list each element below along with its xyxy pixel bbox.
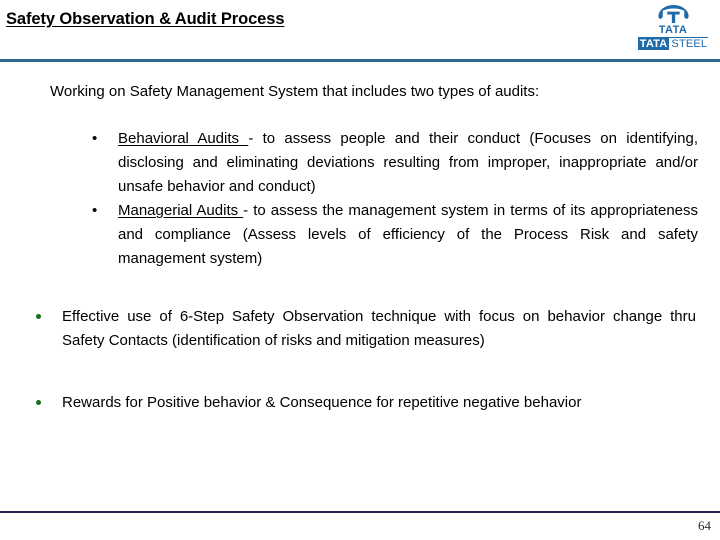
logo-wordmark-steel: STEEL [671,38,708,50]
tata-logo-mark [657,4,689,24]
lead-paragraph: Working on Safety Management System that… [50,83,540,100]
logo-wordmark-tata: TATA [637,38,670,50]
list-item: • Behavioral Audits - to assess people a… [88,127,698,199]
slide-body: Working on Safety Management System that… [0,80,720,415]
list-item-term: Behavioral Audits [118,130,249,147]
list-item-text: Effective use of 6-Step Safety Observati… [62,308,696,349]
logo-wordmark: TATA STEEL [637,37,709,50]
list-item-term: Managerial Audits [118,202,244,219]
green-bullet-icon [36,400,41,405]
list-item: • Managerial Audits - to assess the mana… [88,199,698,271]
page-number: 64 [698,518,711,533]
audit-types-list: • Behavioral Audits - to assess people a… [88,127,698,271]
header-divider [0,59,720,62]
list-item-text: Rewards for Positive behavior & Conseque… [62,394,582,411]
list-item: Rewards for Positive behavior & Conseque… [36,391,696,415]
footer-divider [0,511,720,513]
slide: Safety Observation & Audit Process TATA … [0,0,720,540]
bullet-dot-icon: • [92,202,98,219]
tata-steel-logo: TATA TATA STEEL [636,4,710,50]
green-bullet-icon [36,314,41,319]
list-item: Effective use of 6-Step Safety Observati… [36,305,696,353]
logo-tata-text: TATA [658,24,688,36]
page-title: Safety Observation & Audit Process [6,10,285,28]
bullet-dot-icon: • [92,130,98,147]
